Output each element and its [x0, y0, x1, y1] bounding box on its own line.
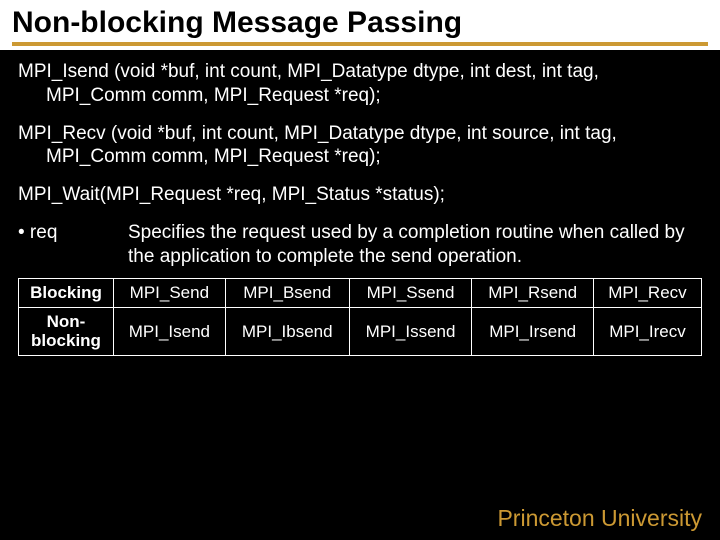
table-cell: MPI_Irecv [593, 307, 701, 355]
table-cell: MPI_Issend [349, 307, 472, 355]
footer-attribution: Princeton University [497, 505, 702, 532]
table-row: Blocking MPI_Send MPI_Bsend MPI_Ssend MP… [19, 279, 702, 308]
table-cell: MPI_Send [114, 279, 226, 308]
slide-content: MPI_Isend (void *buf, int count, MPI_Dat… [0, 50, 720, 356]
signature-recv: MPI_Recv (void *buf, int count, MPI_Data… [18, 122, 702, 170]
table-cell: MPI_Ibsend [225, 307, 349, 355]
table-cell: MPI_Recv [593, 279, 701, 308]
title-bar: Non-blocking Message Passing [0, 0, 720, 50]
signature-wait: MPI_Wait(MPI_Request *req, MPI_Status *s… [18, 183, 702, 207]
bullet-req: • req Specifies the request used by a co… [18, 221, 702, 269]
slide-title: Non-blocking Message Passing [12, 6, 708, 40]
table-cell: MPI_Ssend [349, 279, 472, 308]
bullet-description: Specifies the request used by a completi… [128, 221, 702, 269]
table-cell: MPI_Isend [114, 307, 226, 355]
mpi-table: Blocking MPI_Send MPI_Bsend MPI_Ssend MP… [18, 278, 702, 356]
table-cell: MPI_Rsend [472, 279, 594, 308]
row-head-nonblocking: Non-blocking [19, 307, 114, 355]
table-cell: MPI_Bsend [225, 279, 349, 308]
signature-isend: MPI_Isend (void *buf, int count, MPI_Dat… [18, 60, 702, 108]
title-underline [12, 42, 708, 46]
table-row: Non-blocking MPI_Isend MPI_Ibsend MPI_Is… [19, 307, 702, 355]
table-cell: MPI_Irsend [472, 307, 594, 355]
bullet-label: • req [18, 221, 128, 269]
row-head-blocking: Blocking [19, 279, 114, 308]
